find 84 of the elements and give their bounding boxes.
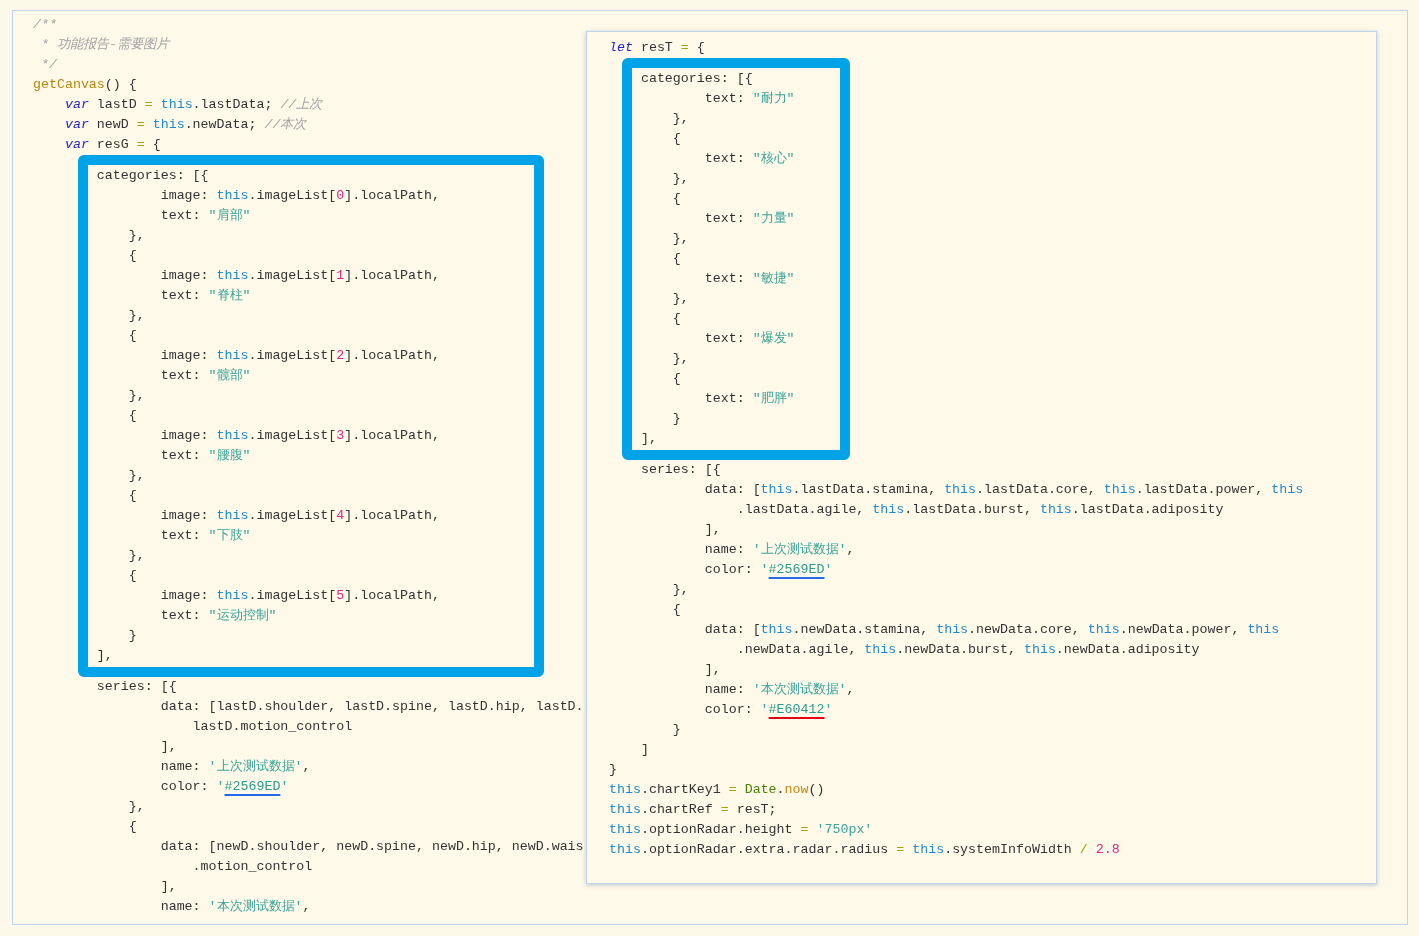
code-line: } xyxy=(671,721,681,739)
code-line: this.chartRef = resT; xyxy=(609,801,777,819)
code-line: } xyxy=(127,627,137,645)
code-line: data: [lastD.shoulder, lastD.spine, lastD.hip, lastD. xyxy=(159,698,584,716)
code-line: }, xyxy=(127,387,145,405)
code-line: { xyxy=(127,247,137,265)
code-line: var resG = { xyxy=(63,136,161,154)
code-line: image: this.imageList[2].localPath, xyxy=(159,347,440,365)
code-line: }, xyxy=(671,170,689,188)
code-line: }, xyxy=(671,290,689,308)
code-line: { xyxy=(127,327,137,345)
code-line: ], xyxy=(639,430,657,448)
code-line: let resT = { xyxy=(609,39,705,57)
code-line: .lastData.agile, this.lastData.burst, this.lastData.adiposity xyxy=(735,501,1224,519)
code-line: }, xyxy=(127,227,145,245)
code-line: getCanvas() { xyxy=(33,76,137,94)
code-line: { xyxy=(671,370,681,388)
code-line: }, xyxy=(127,307,145,325)
code-line: ], xyxy=(703,661,721,679)
code-line: }, xyxy=(671,581,689,599)
code-line: series: [{ xyxy=(639,461,721,479)
code-line: text: "肥胖" xyxy=(703,390,795,408)
code-line: { xyxy=(671,601,681,619)
code-line: text: "敏捷" xyxy=(703,270,795,288)
code-line: color: '#E60412' xyxy=(703,701,833,719)
code-line: text: "核心" xyxy=(703,150,795,168)
code-line: var newD = this.newData; //本次 xyxy=(63,116,307,134)
code-line: }, xyxy=(127,798,145,816)
code-line: text: "脊柱" xyxy=(159,287,251,305)
code-line: ] xyxy=(639,741,649,759)
code-line: image: this.imageList[0].localPath, xyxy=(159,187,440,205)
code-line: data: [this.lastData.stamina, this.lastData.core, this.lastData.power, this xyxy=(703,481,1304,499)
code-line: lastD.motion_control xyxy=(191,718,353,736)
code-line: { xyxy=(127,567,137,585)
code-line: this.chartKey1 = Date.now() xyxy=(609,781,825,799)
code-line: * 功能报告-需要图片 xyxy=(39,36,169,54)
code-line: ], xyxy=(159,878,177,896)
code-line: { xyxy=(127,818,137,836)
code-line: text: "力量" xyxy=(703,210,795,228)
code-line: image: this.imageList[5].localPath, xyxy=(159,587,440,605)
code-line: image: this.imageList[4].localPath, xyxy=(159,507,440,525)
code-line: */ xyxy=(39,56,57,74)
code-line: } xyxy=(609,761,617,779)
code-line: color: '#2569ED' xyxy=(159,778,289,796)
code-line: this.optionRadar.extra.radar.radius = this.systemInfoWidth / 2.8 xyxy=(609,841,1120,859)
code-line: categories: [{ xyxy=(639,70,753,88)
code-line: image: this.imageList[3].localPath, xyxy=(159,427,440,445)
code-line: categories: [{ xyxy=(95,167,209,185)
code-line: { xyxy=(671,250,681,268)
code-line: name: '本次测试数据', xyxy=(703,681,855,699)
code-line: var lastD = this.lastData; //上次 xyxy=(63,96,323,114)
code-line: }, xyxy=(127,547,145,565)
code-line: /** xyxy=(33,16,57,34)
code-line: .newData.agile, this.newData.burst, this.newData.adiposity xyxy=(735,641,1200,659)
code-line: }, xyxy=(671,230,689,248)
code-line: text: "髋部" xyxy=(159,367,251,385)
code-line: text: "下肢" xyxy=(159,527,251,545)
code-line: ], xyxy=(159,738,177,756)
code-line: text: "腰腹" xyxy=(159,447,251,465)
code-line: series: [{ xyxy=(95,678,177,696)
code-line: data: [newD.shoulder, newD.spine, newD.hip, newD.wais xyxy=(159,838,584,856)
code-line: }, xyxy=(671,110,689,128)
code-line: .motion_control xyxy=(191,858,313,876)
code-line: }, xyxy=(127,467,145,485)
code-line: ], xyxy=(95,647,113,665)
code-line: { xyxy=(671,130,681,148)
code-line: text: "肩部" xyxy=(159,207,251,225)
code-line: name: '本次测试数据', xyxy=(159,898,311,916)
code-line: { xyxy=(127,407,137,425)
code-line: text: "运动控制" xyxy=(159,607,277,625)
code-line: { xyxy=(671,190,681,208)
code-line: data: [this.newData.stamina, this.newData.core, this.newData.power, this xyxy=(703,621,1280,639)
code-line: name: '上次测试数据', xyxy=(703,541,855,559)
code-line: { xyxy=(671,310,681,328)
code-line: text: "爆发" xyxy=(703,330,795,348)
code-line: ], xyxy=(703,521,721,539)
code-line: this.optionRadar.height = '750px' xyxy=(609,821,873,839)
code-line: }, xyxy=(671,350,689,368)
code-line: name: '上次测试数据', xyxy=(159,758,311,776)
code-line: { xyxy=(127,487,137,505)
code-line: image: this.imageList[1].localPath, xyxy=(159,267,440,285)
code-line: color: '#2569ED' xyxy=(703,561,833,579)
code-line: } xyxy=(671,410,681,428)
code-line: text: "耐力" xyxy=(703,90,795,108)
